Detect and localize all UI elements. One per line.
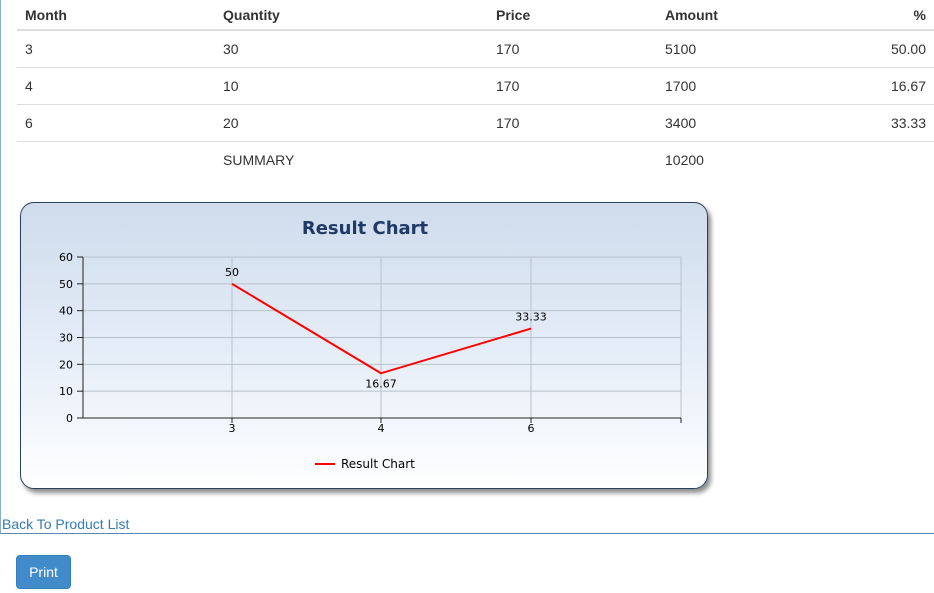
data-label: 50 xyxy=(225,266,239,279)
table-row: 3 30 170 5100 50.00 xyxy=(17,30,934,67)
y-tick-label: 40 xyxy=(59,305,73,318)
x-tick-label: 4 xyxy=(378,422,385,435)
header-month: Month xyxy=(17,0,215,31)
y-tick-label: 10 xyxy=(59,385,73,398)
cell-amount: 1700 xyxy=(657,66,866,104)
header-amount: Amount xyxy=(657,0,866,31)
x-tick-label: 3 xyxy=(229,422,236,435)
cell-price: 170 xyxy=(488,103,657,141)
header-price: Price xyxy=(488,0,657,31)
header-percent: % xyxy=(866,0,934,31)
cell-percent: 16.67 xyxy=(866,66,934,104)
chart-title: Result Chart xyxy=(302,218,429,239)
data-label: 16.67 xyxy=(365,377,397,390)
x-tick-label: 6 xyxy=(528,422,535,435)
table-row: 4 10 170 1700 16.67 xyxy=(17,66,934,104)
table-row: 6 20 170 3400 33.33 xyxy=(17,103,934,141)
print-button[interactable]: Print xyxy=(16,555,71,589)
summary-row: SUMMARY 10200 xyxy=(17,140,934,178)
y-tick-label: 0 xyxy=(66,412,73,425)
cell-amount: 5100 xyxy=(665,40,697,57)
y-tick-label: 20 xyxy=(59,358,73,371)
cell-price: 170 xyxy=(488,66,657,104)
cell-quantity: 20 xyxy=(215,103,488,141)
cell-empty xyxy=(866,140,934,178)
cell-percent: 50.00 xyxy=(890,40,926,57)
cell-empty xyxy=(488,140,657,178)
summary-amount: 10200 xyxy=(657,140,866,178)
cell-month: 3 xyxy=(25,40,33,57)
table-header-row: Month Quantity Price Amount % xyxy=(17,0,934,31)
y-tick-label: 50 xyxy=(59,278,73,291)
summary-label: SUMMARY xyxy=(215,140,488,178)
legend-label: Result Chart xyxy=(341,457,415,471)
cell-month: 4 xyxy=(17,66,215,104)
result-chart: Result Chart 0 10 20 30 40 50 60 3 4 6 50 16.67 33.33… xyxy=(59,218,682,471)
data-label: 33.33 xyxy=(515,311,547,324)
cell-amount: 3400 xyxy=(657,103,866,141)
cell-month: 6 xyxy=(17,103,215,141)
result-chart-panel: Result Chart 0 10 20 30 40 50 60 3 4 6 50 16.67 33.33… xyxy=(20,202,708,489)
cell-percent: 33.33 xyxy=(866,103,934,141)
cell-price: 170 xyxy=(496,40,520,57)
results-table: Month Quantity Price Amount % 3 30 170 5… xyxy=(17,0,934,178)
cell-quantity: 30 xyxy=(223,40,239,57)
header-quantity: Quantity xyxy=(215,0,488,31)
cell-quantity: 10 xyxy=(215,66,488,104)
y-tick-label: 30 xyxy=(59,332,73,345)
back-to-product-list-link[interactable]: Back To Product List xyxy=(2,516,129,532)
cell-empty xyxy=(17,140,215,178)
y-tick-label: 60 xyxy=(59,251,73,264)
